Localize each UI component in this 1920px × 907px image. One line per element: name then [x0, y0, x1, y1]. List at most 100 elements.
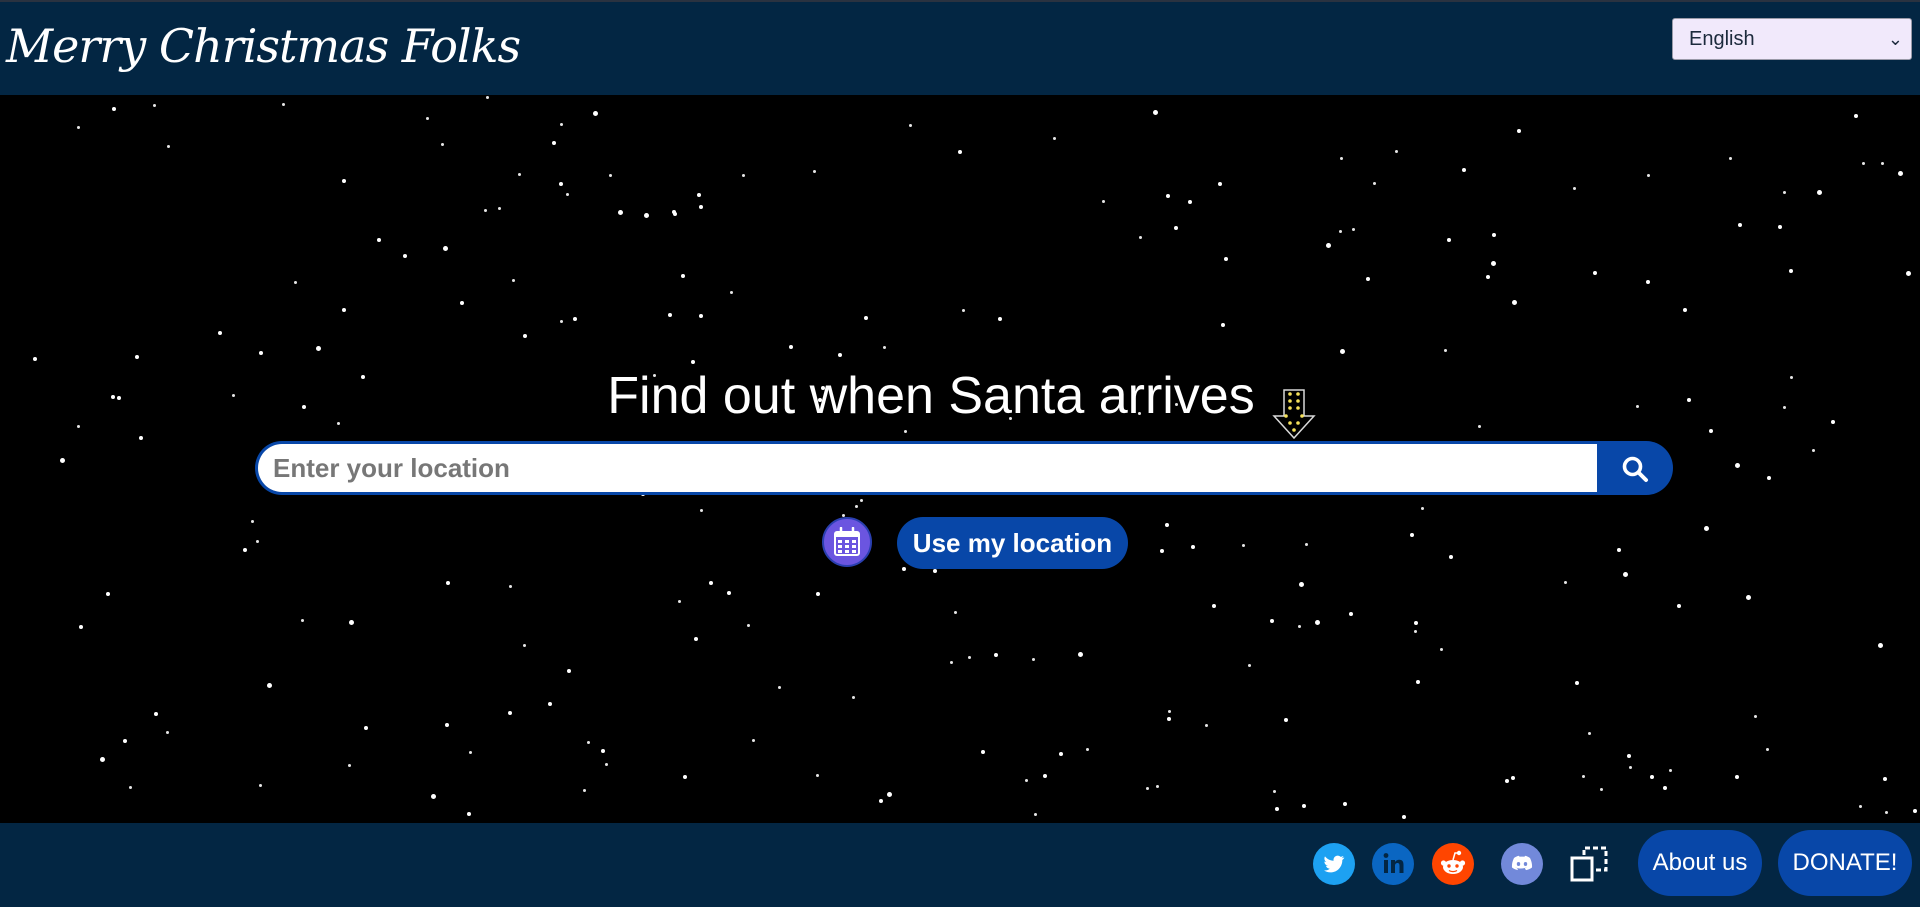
linkedin-share-button[interactable] — [1372, 843, 1414, 885]
star — [1575, 681, 1579, 685]
calendar-button[interactable] — [822, 517, 872, 567]
star — [1086, 748, 1089, 751]
star — [962, 309, 965, 312]
star — [560, 123, 563, 126]
copy-embed-button[interactable] — [1569, 843, 1611, 885]
star — [752, 739, 755, 742]
star — [1166, 194, 1170, 198]
star — [904, 430, 907, 433]
star — [1352, 228, 1355, 231]
star — [838, 353, 842, 357]
star — [431, 794, 436, 799]
reddit-share-button[interactable] — [1432, 843, 1474, 885]
star — [1059, 752, 1063, 756]
donate-button[interactable]: DONATE! — [1778, 830, 1912, 896]
star — [1913, 809, 1917, 813]
star — [860, 499, 863, 502]
star — [552, 141, 556, 145]
star — [778, 686, 781, 689]
star — [1817, 190, 1822, 195]
star — [1600, 788, 1603, 791]
search-button[interactable] — [1597, 441, 1673, 495]
star — [1444, 349, 1447, 352]
star — [153, 104, 156, 107]
star — [709, 581, 713, 585]
star — [282, 103, 285, 106]
star — [1650, 775, 1654, 779]
star — [1218, 182, 1222, 186]
star — [601, 749, 605, 753]
star — [1517, 129, 1521, 133]
language-select[interactable]: English ⌄ — [1672, 18, 1912, 60]
star — [1205, 724, 1208, 727]
star — [509, 585, 512, 588]
star — [1242, 544, 1245, 547]
star — [1421, 507, 1424, 510]
star — [446, 581, 450, 585]
star — [1270, 619, 1274, 623]
star — [1783, 191, 1786, 194]
star — [1305, 543, 1308, 546]
star — [644, 213, 649, 218]
star — [443, 246, 448, 251]
star — [267, 683, 272, 688]
location-search — [255, 441, 1673, 495]
star — [816, 774, 819, 777]
star — [349, 620, 354, 625]
star — [1168, 710, 1171, 713]
star — [154, 712, 158, 716]
star — [1373, 182, 1376, 185]
star — [166, 731, 169, 734]
star — [1898, 171, 1903, 176]
star — [1414, 630, 1417, 633]
twitter-share-button[interactable] — [1313, 843, 1355, 885]
star — [727, 591, 731, 595]
use-my-location-button[interactable]: Use my location — [897, 517, 1128, 569]
star — [1284, 718, 1288, 722]
reddit-icon — [1432, 843, 1474, 885]
star — [1704, 526, 1709, 531]
location-search-input[interactable] — [255, 441, 1599, 495]
star — [518, 173, 521, 176]
star — [100, 757, 105, 762]
star — [1273, 790, 1276, 793]
star — [1491, 261, 1496, 266]
star — [1224, 257, 1228, 261]
star — [864, 316, 868, 320]
star — [855, 505, 858, 508]
star — [348, 764, 351, 767]
star — [1034, 813, 1037, 816]
star — [1146, 787, 1149, 790]
star — [1340, 157, 1343, 160]
star — [1315, 620, 1320, 625]
star — [256, 540, 259, 543]
star — [1053, 137, 1056, 140]
star — [981, 750, 985, 754]
star — [123, 739, 127, 743]
star — [1735, 775, 1739, 779]
about-us-button[interactable]: About us — [1638, 830, 1762, 896]
discord-button[interactable] — [1501, 843, 1543, 885]
star — [609, 174, 612, 177]
site-title[interactable]: Merry Christmas Folks — [6, 16, 521, 76]
star — [1449, 555, 1453, 559]
star — [167, 145, 170, 148]
star — [1025, 779, 1028, 782]
star — [1395, 150, 1398, 153]
star — [699, 314, 703, 318]
star — [699, 205, 703, 209]
star — [683, 775, 687, 779]
star — [1883, 777, 1887, 781]
star — [469, 751, 472, 754]
star — [789, 345, 793, 349]
star — [106, 592, 110, 596]
star — [301, 619, 304, 622]
star — [1878, 643, 1883, 648]
star — [1366, 277, 1370, 281]
star — [998, 317, 1002, 321]
star — [694, 637, 698, 641]
star — [1906, 271, 1911, 276]
star — [259, 351, 263, 355]
star — [460, 301, 464, 305]
star — [883, 346, 886, 349]
